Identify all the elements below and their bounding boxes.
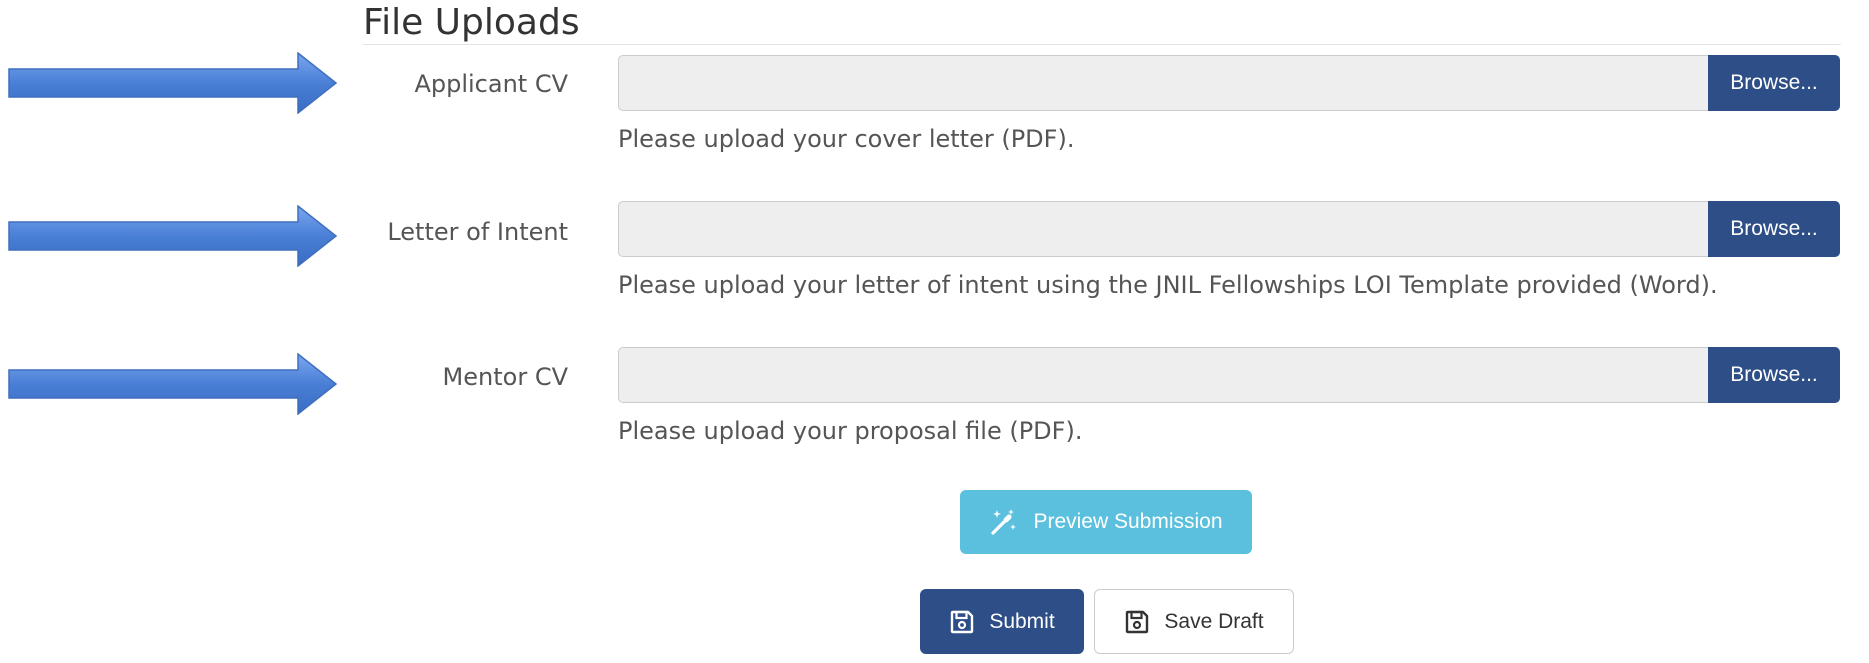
preview-submission-label: Preview Submission [1033, 510, 1223, 533]
save-icon [1124, 609, 1150, 635]
letter-of-intent-browse-button[interactable]: Browse... [1708, 201, 1840, 257]
mentor-cv-browse-button[interactable]: Browse... [1708, 347, 1840, 403]
file-uploads-form: File Uploads Applicant CV Browse... Plea… [0, 0, 1869, 663]
letter-of-intent-file-display[interactable] [618, 201, 1708, 257]
submit-button[interactable]: Submit [920, 589, 1084, 654]
letter-of-intent-label: Letter of Intent [387, 218, 568, 246]
section-divider [363, 44, 1841, 45]
mentor-cv-file-input[interactable]: Browse... [618, 347, 1840, 403]
save-draft-button[interactable]: Save Draft [1094, 589, 1294, 654]
preview-submission-button[interactable]: Preview Submission [960, 490, 1252, 554]
mentor-cv-label: Mentor CV [442, 363, 568, 391]
right-arrow-icon [8, 205, 338, 267]
submit-label: Submit [989, 609, 1055, 633]
right-arrow-icon [8, 353, 338, 415]
applicant-cv-help-text: Please upload your cover letter (PDF). [618, 125, 1075, 153]
mentor-cv-file-display[interactable] [618, 347, 1708, 403]
magic-wand-icon [989, 507, 1019, 537]
applicant-cv-file-input[interactable]: Browse... [618, 55, 1840, 111]
section-title: File Uploads [363, 2, 580, 43]
letter-of-intent-help-text: Please upload your letter of intent usin… [618, 271, 1718, 299]
applicant-cv-file-display[interactable] [618, 55, 1708, 111]
right-arrow-icon [8, 52, 338, 114]
applicant-cv-label: Applicant CV [414, 70, 568, 98]
mentor-cv-help-text: Please upload your proposal file (PDF). [618, 417, 1083, 445]
applicant-cv-browse-button[interactable]: Browse... [1708, 55, 1840, 111]
letter-of-intent-file-input[interactable]: Browse... [618, 201, 1840, 257]
save-draft-label: Save Draft [1164, 609, 1264, 633]
save-icon [949, 609, 975, 635]
